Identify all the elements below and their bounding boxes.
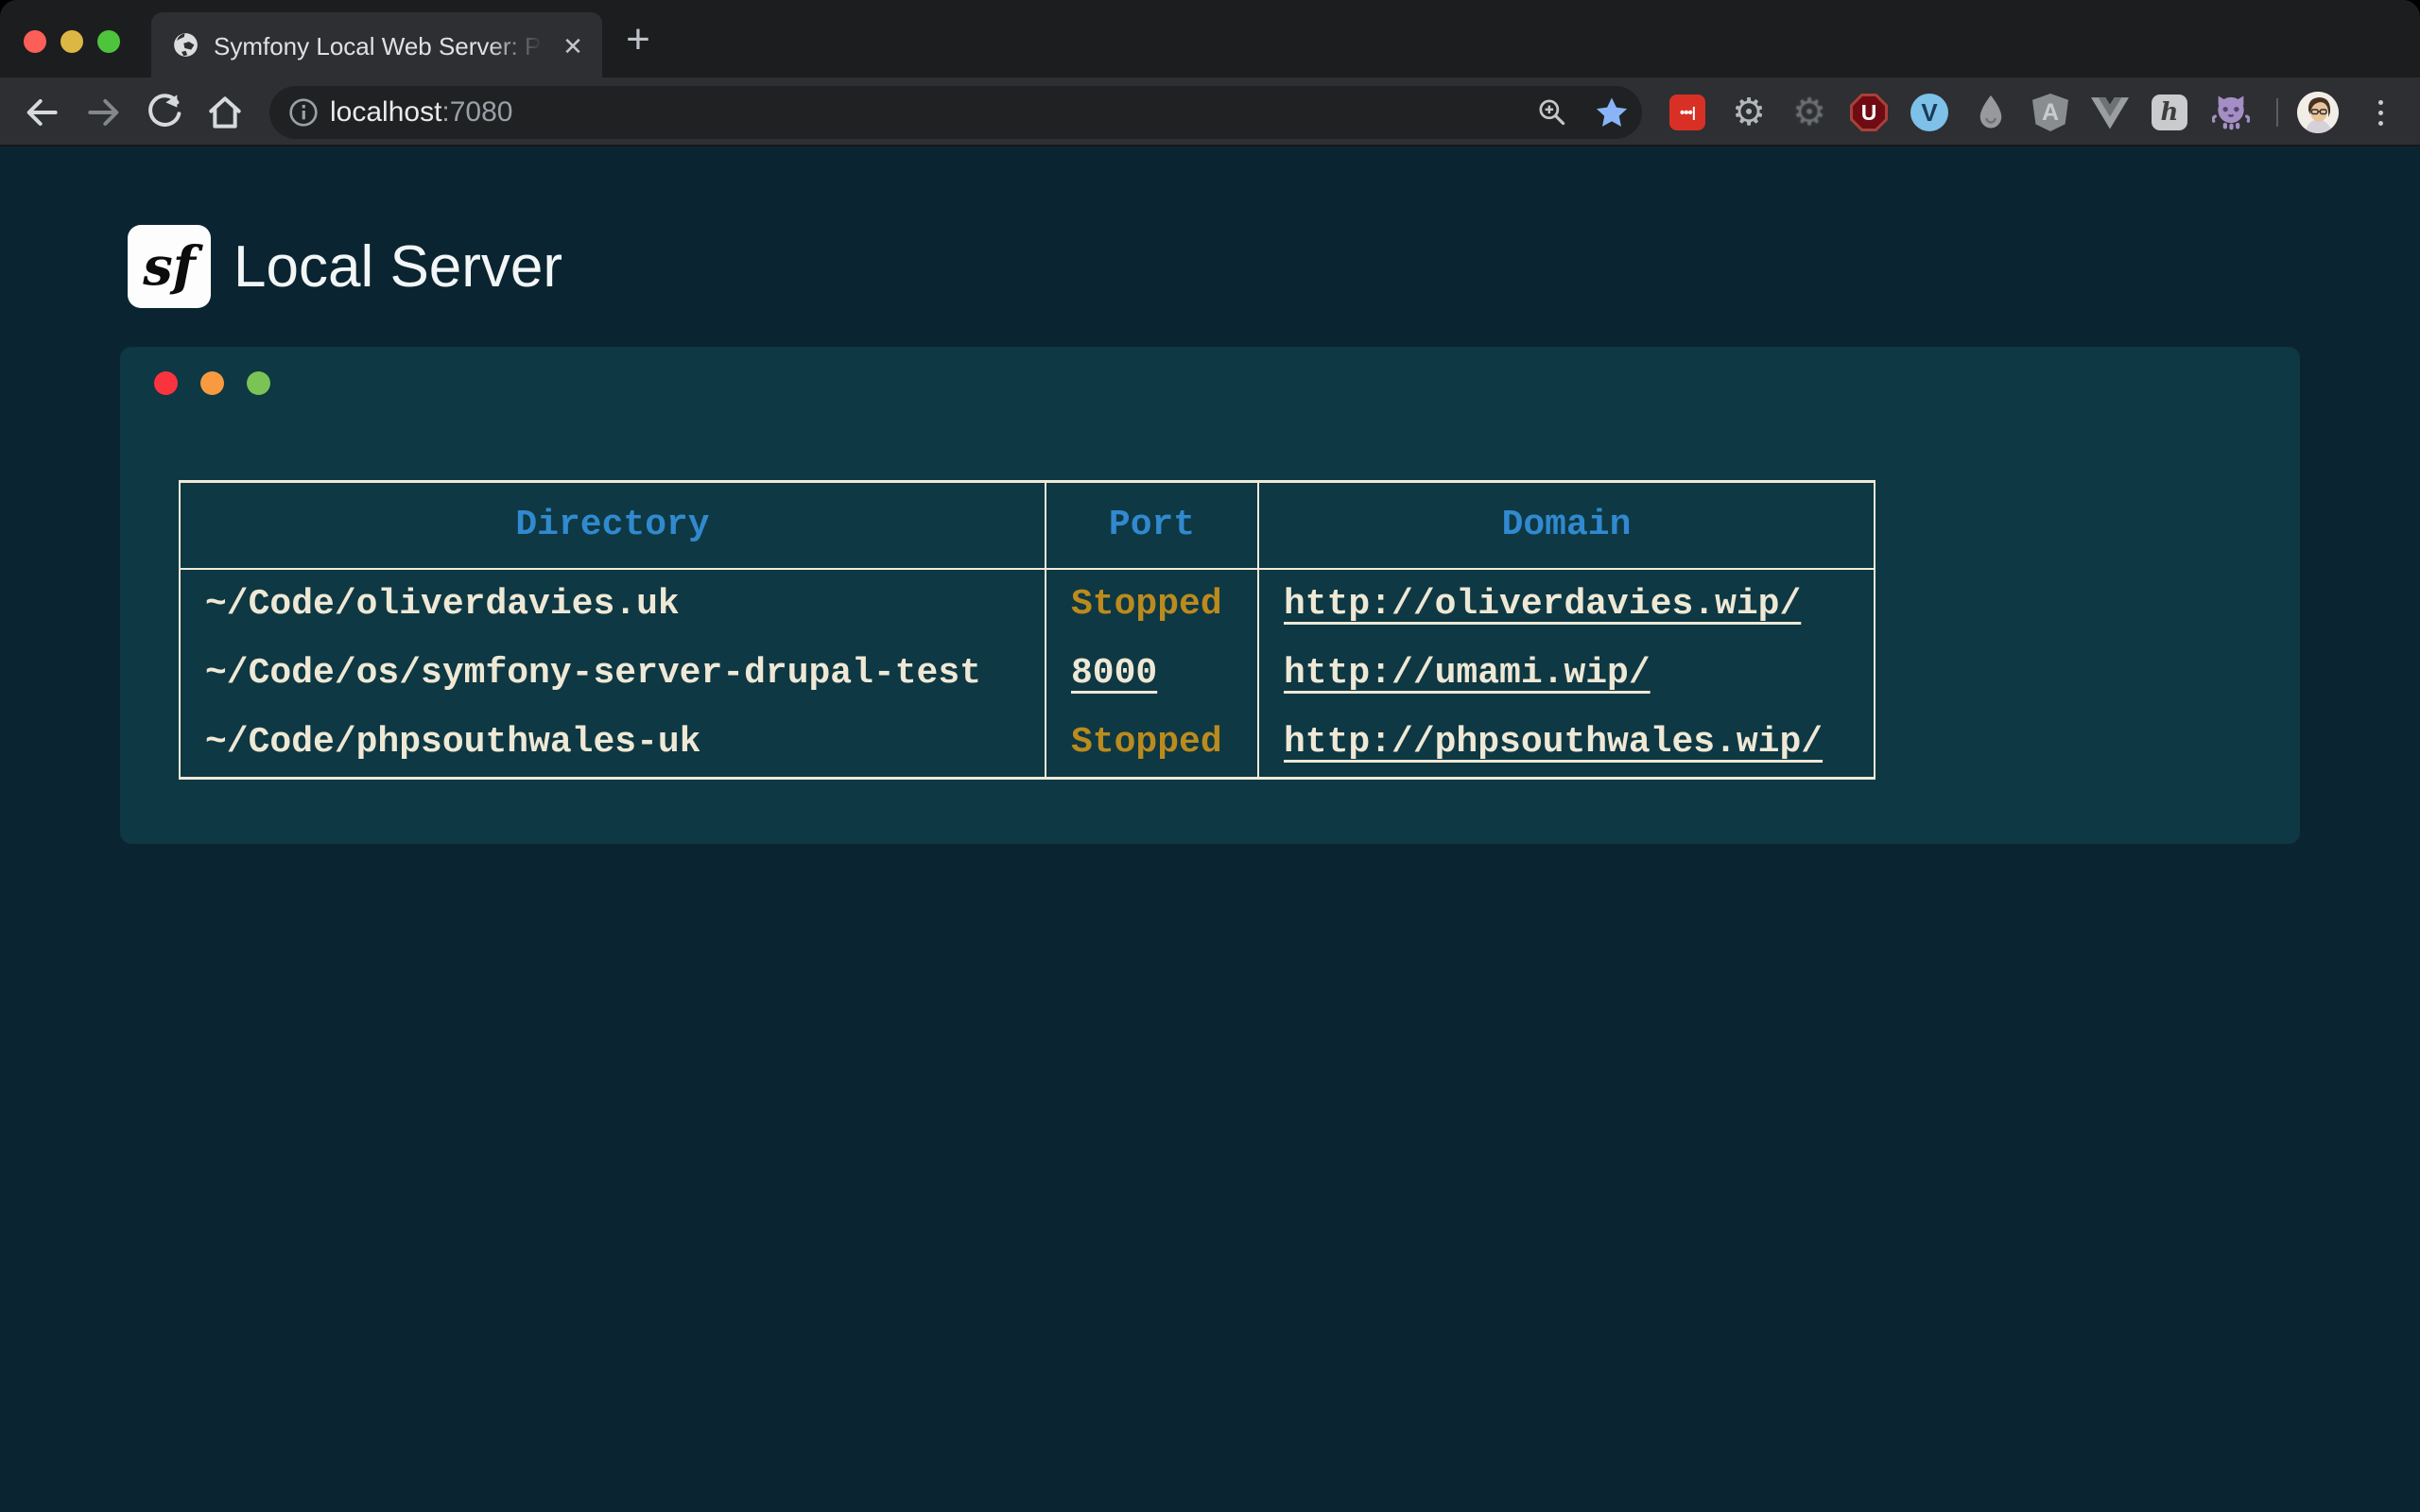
column-header-domain: Domain <box>1258 482 1875 569</box>
browser-tab[interactable]: Symfony Local Web Server: Prox ✕ <box>151 12 602 77</box>
terminal-traffic-lights <box>154 371 270 395</box>
port-cell: Stopped <box>1046 569 1258 639</box>
tab-title: Symfony Local Web Server: Prox <box>214 30 546 62</box>
domain-cell: http://phpsouthwales.wip/ <box>1258 709 1875 779</box>
terminal-green-dot <box>247 371 270 395</box>
extension-drupal-icon[interactable] <box>1972 94 2010 131</box>
home-icon[interactable] <box>202 90 248 135</box>
macos-close-button[interactable] <box>24 30 46 53</box>
extension-lastpass-icon[interactable]: •••| <box>1668 94 1706 131</box>
zoom-page-icon[interactable] <box>1534 94 1570 130</box>
table-row: ~/Code/phpsouthwales-uk Stopped http://p… <box>180 709 1875 779</box>
column-header-port: Port <box>1046 482 1258 569</box>
table-row: ~/Code/os/symfony-server-drupal-test 800… <box>180 639 1875 709</box>
site-info-icon[interactable] <box>288 97 319 128</box>
url-port: :7080 <box>441 96 512 128</box>
terminal-card: Directory Port Domain ~/Code/oliverdavie… <box>120 347 2300 844</box>
browser-toolbar: localhost:7080 •••| ⚙ ⚙ U V A <box>0 77 2420 146</box>
reload-icon[interactable] <box>142 90 187 135</box>
status-stopped: Stopped <box>1071 584 1222 625</box>
url-text: localhost:7080 <box>330 97 512 128</box>
address-bar[interactable]: localhost:7080 <box>269 86 1642 139</box>
extension-vimium-icon[interactable]: V <box>1910 94 1948 131</box>
globe-favicon-icon <box>173 32 199 58</box>
table-header-row: Directory Port Domain <box>180 482 1875 569</box>
port-cell: Stopped <box>1046 709 1258 779</box>
terminal-red-dot <box>154 371 178 395</box>
extension-ublock-icon[interactable]: U <box>1850 94 1888 131</box>
page-title: Local Server <box>233 233 562 301</box>
profile-avatar[interactable] <box>2297 92 2339 133</box>
directory-cell: ~/Code/phpsouthwales-uk <box>180 709 1046 779</box>
extension-angular-icon[interactable]: A <box>2031 94 2069 131</box>
domain-link[interactable]: http://umami.wip/ <box>1284 653 1651 694</box>
table-row: ~/Code/oliverdavies.uk Stopped http://ol… <box>180 569 1875 639</box>
servers-table: Directory Port Domain ~/Code/oliverdavie… <box>179 480 1876 780</box>
port-cell: 8000 <box>1046 639 1258 709</box>
symfony-logo: sf <box>128 225 211 308</box>
back-icon[interactable] <box>19 90 64 135</box>
status-stopped: Stopped <box>1071 722 1222 763</box>
browser-window: Symfony Local Web Server: Prox ✕ + local… <box>0 0 2420 1512</box>
terminal-orange-dot <box>200 371 224 395</box>
new-tab-button[interactable]: + <box>615 21 661 60</box>
extension-vue-icon[interactable] <box>2091 94 2129 131</box>
domain-link[interactable]: http://oliverdavies.wip/ <box>1284 584 1801 625</box>
tab-strip: Symfony Local Web Server: Prox ✕ + <box>0 0 2420 77</box>
extension-github-icon[interactable] <box>2212 94 2250 131</box>
domain-cell: http://umami.wip/ <box>1258 639 1875 709</box>
page-content: sf Local Server Directory Port Domain <box>0 148 2420 1512</box>
toolbar-separator <box>2276 98 2278 127</box>
forward-icon[interactable] <box>81 90 127 135</box>
brand-header: sf Local Server <box>128 224 562 309</box>
column-header-directory: Directory <box>180 482 1046 569</box>
browser-menu-icon[interactable] <box>2369 94 2392 130</box>
extension-disabled-gear-icon[interactable]: ⚙ <box>1790 94 1828 131</box>
extension-honey-icon[interactable]: h <box>2151 94 2188 131</box>
directory-cell: ~/Code/oliverdavies.uk <box>180 569 1046 639</box>
bookmark-star-icon[interactable] <box>1593 94 1631 131</box>
port-link[interactable]: 8000 <box>1071 653 1157 694</box>
url-host: localhost <box>330 96 441 128</box>
directory-cell: ~/Code/os/symfony-server-drupal-test <box>180 639 1046 709</box>
domain-cell: http://oliverdavies.wip/ <box>1258 569 1875 639</box>
macos-minimize-button[interactable] <box>60 30 83 53</box>
macos-fullscreen-button[interactable] <box>97 30 120 53</box>
tab-close-icon[interactable]: ✕ <box>556 29 590 63</box>
extension-userscript-gear-icon[interactable]: ⚙ <box>1730 94 1768 131</box>
domain-link[interactable]: http://phpsouthwales.wip/ <box>1284 722 1823 763</box>
